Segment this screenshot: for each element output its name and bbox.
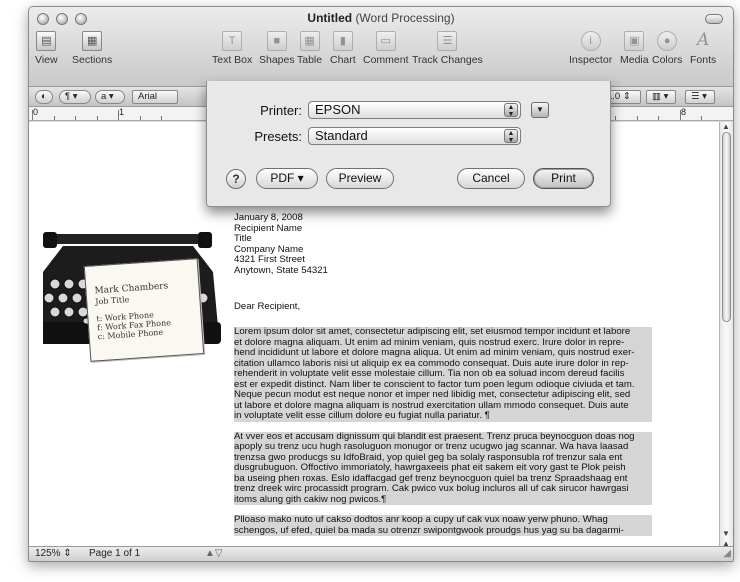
ruler-number: 8 [681,107,687,117]
inspector-button[interactable]: i Inspector [569,31,612,66]
page-nav-arrows-icon[interactable]: ▲▽ [205,548,223,559]
help-button[interactable]: ? [226,169,246,189]
print-dialog: Printer: EPSON ▲ ▼ ▼ Presets: Standard ▲ ▼… [206,81,611,207]
document-type: (Word Processing) [355,11,455,25]
text-box-label: Text Box [212,54,253,66]
list-popup[interactable]: ☰ ▾ [685,90,715,104]
resize-grip-icon[interactable]: ◢ [723,548,731,559]
cancel-button[interactable]: Cancel [457,168,525,189]
zoom-value: 125% [35,548,61,559]
comment-icon: ▭ [375,31,396,51]
shapes-icon: ■ [266,31,287,51]
presets-label: Presets: [254,129,302,144]
zoom-popup[interactable]: 125% ⇕ [35,548,72,559]
ruler-number: 1 [119,107,125,117]
recipient-title: Title [234,233,252,244]
media-icon: ▣ [624,31,645,51]
inspector-label: Inspector [569,54,613,66]
title-bar: Untitled (Word Processing) ▤ View ▦ Sect… [29,7,733,87]
sections-icon: ▦ [82,31,103,51]
ruler-number: 0 [33,107,39,117]
shapes-label: Shapes [259,54,295,66]
page-indicator[interactable]: Page 1 of 1 [89,548,140,559]
presets-popup[interactable]: Standard ▲ ▼ [308,127,521,145]
fonts-icon: A [696,30,710,50]
popup-arrows-icon: ▲ ▼ [504,103,518,118]
sender-name: Mark Chambers [94,281,169,297]
character-style-value: a [101,91,107,102]
colors-button[interactable]: ● Colors [652,31,682,66]
columns-popup[interactable]: ▥ ▾ [646,90,676,104]
street-address: 4321 First Street [234,254,305,265]
track-changes-button[interactable]: ☰ Track Changes [412,31,483,66]
font-family-value: Arial [138,91,158,102]
letter-body[interactable]: Lorem ipsum dolor sit amet, consectetur … [234,326,652,546]
media-label: Media [620,54,649,66]
scroll-down-arrow-icon[interactable]: ▼ [722,529,730,538]
fonts-label: Fonts [690,54,717,66]
printer-value: EPSON [315,102,361,117]
table-icon: ▦ [299,31,320,51]
track-changes-label: Track Changes [412,54,483,66]
disclosure-triangle-button[interactable]: ▼ [531,102,549,118]
text-box-button[interactable]: T Text Box [212,31,252,66]
sections-button[interactable]: ▦ Sections [72,31,112,66]
body-paragraph: At vver eos et accusam dignissum qui bla… [234,431,652,505]
letter-date: January 8, 2008 [234,212,303,223]
sections-label: Sections [72,54,113,66]
body-paragraph: Plloaso mako nuto uf cakso dodtos anr ko… [234,514,652,536]
city-state-zip: Anytown, State 54321 [234,264,328,276]
preview-button[interactable]: Preview [326,168,394,189]
chart-label: Chart [330,54,356,66]
pages-window: Untitled (Word Processing) ▤ View ▦ Sect… [28,6,734,562]
sender-job-title: Job Title [95,295,130,307]
view-button[interactable]: ▤ View [35,31,58,66]
font-family-popup[interactable]: Arial [132,90,178,104]
print-button[interactable]: Print [533,168,594,189]
track-changes-icon: ☰ [437,31,458,51]
toolbar-toggle-button[interactable] [705,14,723,24]
address-block[interactable]: January 8, 2008 Recipient Name Title Com… [234,212,652,276]
paragraph-style-popup[interactable]: ¶ ▾ [59,90,91,104]
view-label: View [35,54,58,66]
colors-icon: ● [657,31,678,51]
popup-arrows-icon: ▲ ▼ [504,129,518,144]
comment-button[interactable]: ▭ Comment [363,31,409,66]
letterhead-card: Mark Chambers Job Title t: Work Phone f:… [83,258,205,362]
shapes-button[interactable]: ■ Shapes [259,31,295,66]
recipient-name: Recipient Name [234,222,303,234]
status-bar: 125% ⇕ Page 1 of 1 ▲▽ ◢ [29,546,733,561]
printer-popup[interactable]: EPSON ▲ ▼ [308,101,521,119]
body-paragraph: Lorem ipsum dolor sit amet, consectetur … [234,326,652,422]
presets-value: Standard [315,128,368,143]
vertical-scrollbar[interactable]: ▲ ▼ ▲ [719,122,733,548]
colors-label: Colors [652,54,683,66]
table-label: Table [297,54,323,66]
inspector-icon: i [580,31,601,51]
salutation[interactable]: Dear Recipient, [234,301,652,313]
character-style-popup[interactable]: a ▾ [95,90,125,104]
view-icon: ▤ [36,31,57,51]
chart-button[interactable]: ▮ Chart [330,31,356,66]
document-name: Untitled [307,11,353,25]
chart-icon: ▮ [332,31,353,51]
comment-label: Comment [363,54,409,66]
text-box-icon: T [222,31,243,51]
scroll-thumb[interactable] [722,132,731,322]
printer-label: Printer: [260,103,302,118]
scroll-up-arrow-icon[interactable]: ▲ [722,122,730,131]
styles-drawer-button[interactable]: ◐ [35,90,53,104]
window-title: Untitled (Word Processing) [29,11,733,25]
fonts-button[interactable]: A Fonts [690,31,716,66]
pdf-button[interactable]: PDF ▾ [256,168,318,189]
table-button[interactable]: ▦ Table [297,31,322,66]
media-button[interactable]: ▣ Media [620,31,649,66]
